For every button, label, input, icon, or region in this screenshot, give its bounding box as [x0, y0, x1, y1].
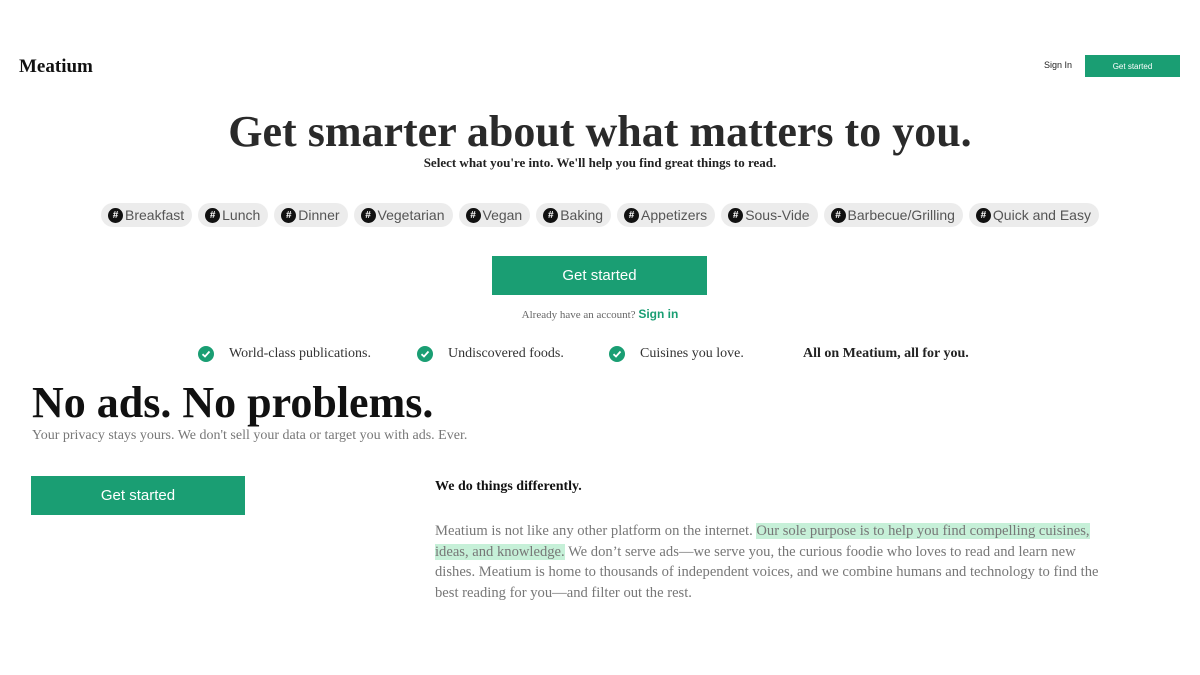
hashtag-icon: # [465, 207, 481, 223]
already-account-text: Already have an account? [521, 309, 636, 321]
hero-subtitle: Select what you're into. We'll help you … [423, 155, 777, 170]
tag-vegetarian[interactable]: # Vegetarian [353, 203, 453, 227]
tag-label: Baking [560, 207, 604, 223]
hashtag-icon: # [728, 207, 744, 223]
feature-item: Undiscovered foods. [417, 346, 564, 362]
body-text: Meatium is not like any other platform o… [435, 523, 757, 539]
tag-label: Breakfast [125, 207, 185, 223]
hashtag-icon: # [543, 207, 559, 223]
tag-label: Dinner [298, 207, 340, 223]
tag-dinner[interactable]: # Dinner [274, 203, 348, 227]
tag-baking[interactable]: # Baking [536, 203, 612, 227]
check-circle-icon [198, 346, 214, 362]
check-circle-icon [417, 346, 433, 362]
tag-label: Quick and Easy [992, 207, 1091, 223]
feature-item: World-class publications. [198, 346, 371, 362]
header-get-started-button[interactable]: Get started [1085, 55, 1180, 77]
privacy-title: No ads. No problems. [32, 378, 434, 427]
hashtag-icon: # [830, 207, 846, 223]
tag-appetizers[interactable]: # Appetizers [617, 203, 716, 227]
hero-get-started-button[interactable]: Get started [492, 256, 707, 295]
feature-tagline: All on Meatium, all for you. [803, 346, 969, 361]
privacy-subtitle: Your privacy stays yours. We don't sell … [32, 428, 468, 443]
tag-label: Vegetarian [377, 207, 445, 223]
topic-tag-list: # Breakfast # Lunch # Dinner # Vegetarian # V… [0, 203, 1200, 227]
site-header: Meatium Sign In Get started [0, 55, 1200, 79]
logo[interactable]: Meatium [19, 55, 93, 79]
different-body: Meatium is not like any other platform o… [435, 521, 1105, 603]
hashtag-icon: # [205, 207, 221, 223]
tag-lunch[interactable]: # Lunch [198, 203, 269, 227]
tag-breakfast[interactable]: # Breakfast [101, 203, 193, 227]
check-circle-icon [609, 346, 625, 362]
tag-vegan[interactable]: # Vegan [458, 203, 531, 227]
tag-label: Appetizers [641, 207, 708, 223]
feature-label: World-class publications. [229, 346, 371, 361]
tag-label: Vegan [482, 207, 523, 223]
tag-quick-and-easy[interactable]: # Quick and Easy [968, 203, 1099, 227]
different-heading: We do things differently. [435, 479, 582, 494]
signin-prompt: Already have an account? Sign in [0, 307, 1200, 321]
privacy-get-started-button[interactable]: Get started [31, 476, 245, 515]
tag-label: Barbecue/Grilling [847, 207, 955, 223]
hashtag-icon: # [281, 207, 297, 223]
hashtag-icon: # [624, 207, 640, 223]
tag-label: Lunch [222, 207, 261, 223]
signin-link[interactable]: Sign in [638, 307, 678, 321]
feature-label: Undiscovered foods. [448, 346, 564, 361]
hashtag-icon: # [108, 207, 123, 223]
feature-label: Cuisines you love. [640, 346, 744, 361]
hashtag-icon: # [975, 207, 991, 223]
hashtag-icon: # [360, 207, 376, 223]
hero-title: Get smarter about what matters to you. [228, 107, 972, 156]
feature-item: Cuisines you love. [609, 346, 744, 362]
tag-barbecue-grilling[interactable]: # Barbecue/Grilling [823, 203, 963, 227]
tag-label: Sous-Vide [745, 207, 810, 223]
tag-sous-vide[interactable]: # Sous-Vide [721, 203, 818, 227]
header-signin-link[interactable]: Sign In [1044, 60, 1072, 70]
